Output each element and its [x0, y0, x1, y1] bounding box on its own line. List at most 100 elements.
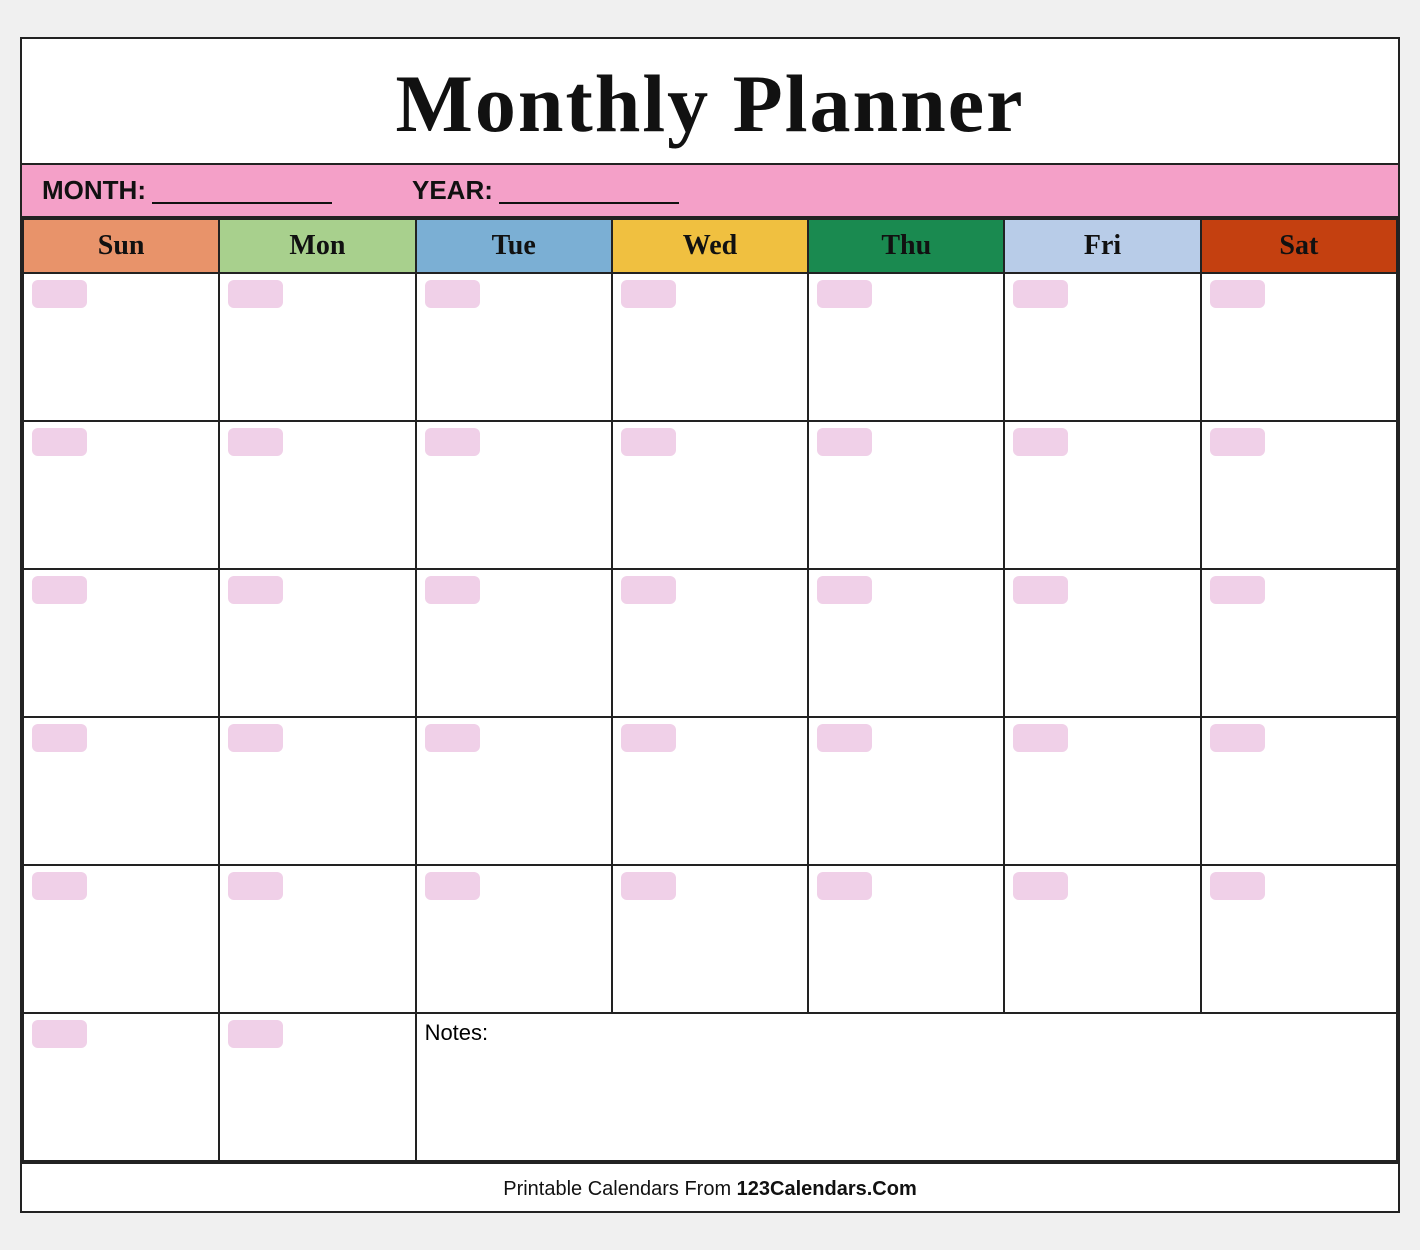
day-num: [817, 872, 872, 900]
cell-r4-mon[interactable]: [219, 717, 415, 865]
cell-r1-sat[interactable]: [1201, 273, 1397, 421]
thu-label: Thu: [881, 230, 931, 261]
day-num: [621, 724, 676, 752]
sun-label: Sun: [98, 230, 145, 261]
cell-r5-tue[interactable]: [416, 865, 612, 1013]
day-num: [817, 724, 872, 752]
cell-r3-mon[interactable]: [219, 569, 415, 717]
cell-r4-tue[interactable]: [416, 717, 612, 865]
page-title: Monthly Planner: [395, 58, 1024, 149]
cell-r1-fri[interactable]: [1004, 273, 1200, 421]
day-num: [817, 576, 872, 604]
cell-r3-fri[interactable]: [1004, 569, 1200, 717]
day-num: [228, 1020, 283, 1048]
calendar-row-4: [23, 717, 1397, 865]
month-year-bar: MONTH: YEAR:: [22, 165, 1398, 218]
cell-r2-mon[interactable]: [219, 421, 415, 569]
calendar-table: Sun Mon Tue Wed Thu Fri Sat: [22, 218, 1398, 1162]
day-num: [1013, 872, 1068, 900]
day-num: [1210, 724, 1265, 752]
year-label-text: YEAR:: [412, 175, 493, 206]
monthly-planner-page: Monthly Planner MONTH: YEAR: Sun Mon Tue: [20, 37, 1400, 1213]
cell-r3-thu[interactable]: [808, 569, 1004, 717]
cell-r3-tue[interactable]: [416, 569, 612, 717]
wed-label: Wed: [683, 230, 737, 261]
cell-r2-thu[interactable]: [808, 421, 1004, 569]
day-num: [1013, 724, 1068, 752]
sat-label: Sat: [1279, 230, 1318, 261]
cell-r1-sun[interactable]: [23, 273, 219, 421]
cell-r2-wed[interactable]: [612, 421, 808, 569]
cell-r3-wed[interactable]: [612, 569, 808, 717]
day-num: [621, 576, 676, 604]
calendar-row-3: [23, 569, 1397, 717]
day-num: [621, 280, 676, 308]
cell-r2-fri[interactable]: [1004, 421, 1200, 569]
fri-label: Fri: [1084, 230, 1121, 261]
notes-cell[interactable]: Notes:: [416, 1013, 1397, 1161]
header-mon: Mon: [219, 219, 415, 273]
day-num: [228, 280, 283, 308]
cell-r2-sat[interactable]: [1201, 421, 1397, 569]
cell-r5-thu[interactable]: [808, 865, 1004, 1013]
cell-r5-fri[interactable]: [1004, 865, 1200, 1013]
mon-label: Mon: [289, 230, 345, 261]
day-num: [1210, 280, 1265, 308]
day-num: [32, 428, 87, 456]
cell-r2-tue[interactable]: [416, 421, 612, 569]
day-num: [1210, 576, 1265, 604]
cell-r1-tue[interactable]: [416, 273, 612, 421]
cell-r4-wed[interactable]: [612, 717, 808, 865]
calendar-row-6-notes: Notes:: [23, 1013, 1397, 1161]
day-num: [1210, 872, 1265, 900]
notes-label: Notes:: [425, 1020, 489, 1045]
header-thu: Thu: [808, 219, 1004, 273]
cell-r3-sat[interactable]: [1201, 569, 1397, 717]
cell-r6-sun[interactable]: [23, 1013, 219, 1161]
footer-brand: 123Calendars.Com: [737, 1178, 917, 1200]
cell-r4-fri[interactable]: [1004, 717, 1200, 865]
day-num: [228, 576, 283, 604]
calendar-row-2: [23, 421, 1397, 569]
cell-r4-sun[interactable]: [23, 717, 219, 865]
cell-r6-mon[interactable]: [219, 1013, 415, 1161]
cell-r4-thu[interactable]: [808, 717, 1004, 865]
day-num: [32, 280, 87, 308]
day-num: [621, 872, 676, 900]
month-input-field[interactable]: [152, 178, 332, 204]
year-field: YEAR:: [412, 175, 679, 206]
cell-r2-sun[interactable]: [23, 421, 219, 569]
day-num: [425, 576, 480, 604]
day-num: [817, 428, 872, 456]
header-sat: Sat: [1201, 219, 1397, 273]
title-section: Monthly Planner: [22, 39, 1398, 165]
footer: Printable Calendars From 123Calendars.Co…: [22, 1162, 1398, 1211]
cell-r5-wed[interactable]: [612, 865, 808, 1013]
cell-r1-mon[interactable]: [219, 273, 415, 421]
footer-text: Printable Calendars From: [503, 1178, 736, 1200]
cell-r3-sun[interactable]: [23, 569, 219, 717]
day-num: [32, 576, 87, 604]
day-num: [425, 280, 480, 308]
header-tue: Tue: [416, 219, 612, 273]
year-input-field[interactable]: [499, 178, 679, 204]
month-field: MONTH:: [42, 175, 332, 206]
cell-r1-wed[interactable]: [612, 273, 808, 421]
cell-r1-thu[interactable]: [808, 273, 1004, 421]
day-num: [425, 724, 480, 752]
tue-label: Tue: [492, 230, 536, 261]
day-num: [32, 724, 87, 752]
day-num: [621, 428, 676, 456]
cell-r5-mon[interactable]: [219, 865, 415, 1013]
cell-r5-sun[interactable]: [23, 865, 219, 1013]
day-num: [228, 428, 283, 456]
cell-r5-sat[interactable]: [1201, 865, 1397, 1013]
cell-r4-sat[interactable]: [1201, 717, 1397, 865]
header-wed: Wed: [612, 219, 808, 273]
day-num: [1013, 280, 1068, 308]
day-num: [817, 280, 872, 308]
month-label-text: MONTH:: [42, 175, 146, 206]
header-sun: Sun: [23, 219, 219, 273]
day-num: [228, 872, 283, 900]
header-fri: Fri: [1004, 219, 1200, 273]
